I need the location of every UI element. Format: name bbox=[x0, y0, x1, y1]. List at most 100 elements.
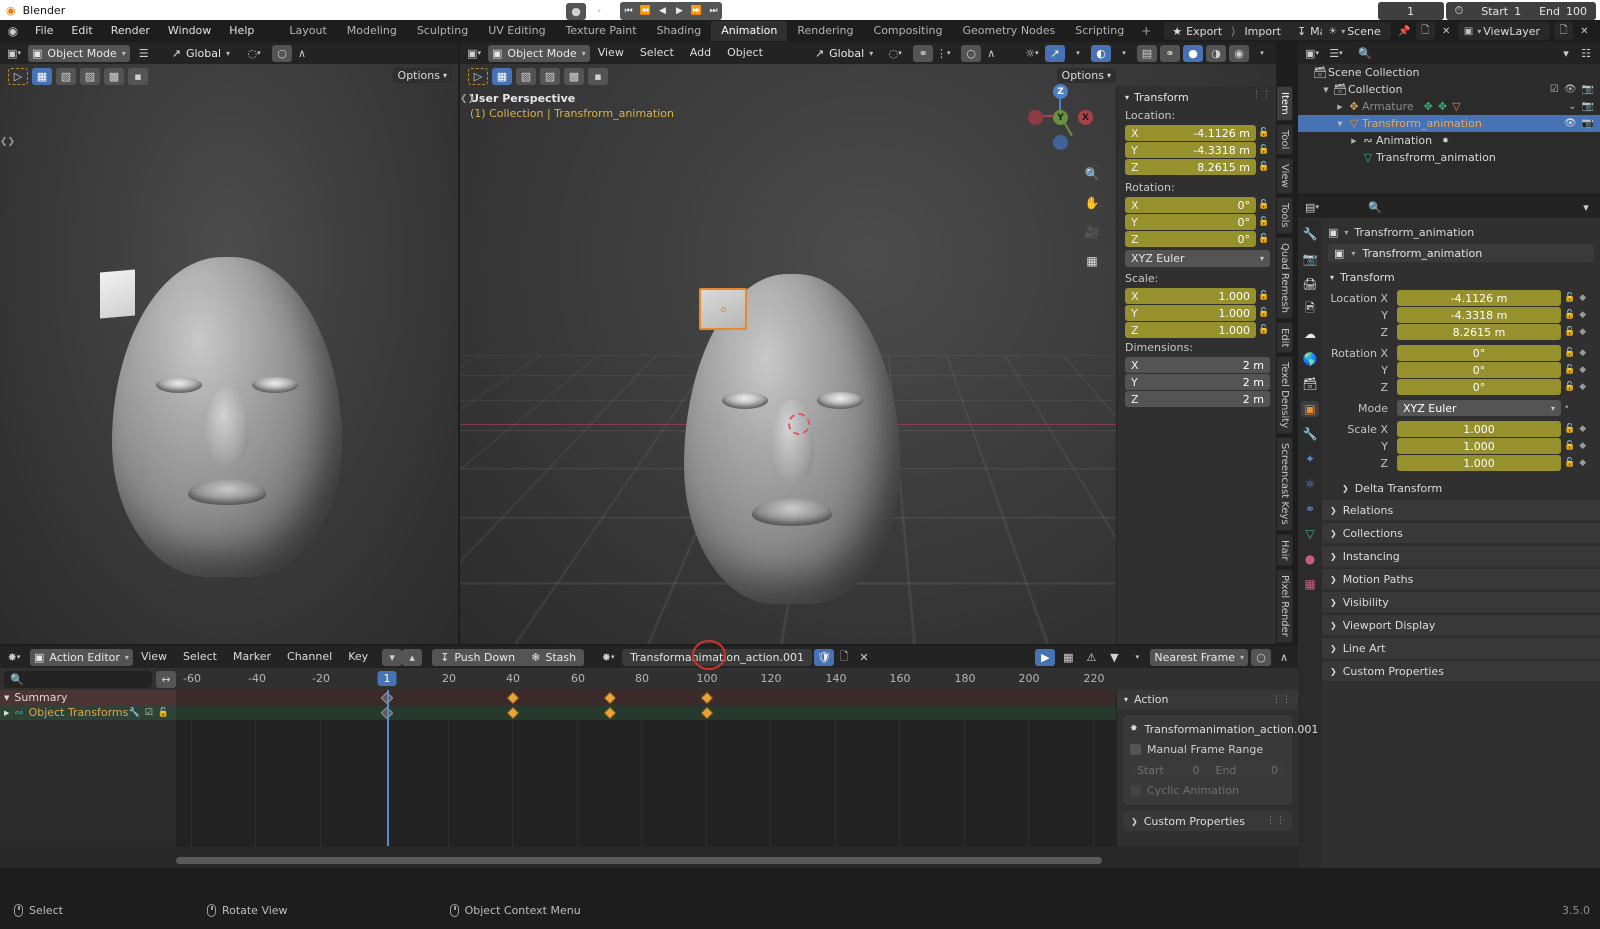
sidebar-tab-hair[interactable]: Hair bbox=[1277, 533, 1293, 567]
perspective-toggle-icon[interactable]: ▦ bbox=[1080, 249, 1104, 273]
gizmo-dropdown-icon[interactable]: ▾ bbox=[1068, 45, 1088, 62]
auto-keying-dropdown-icon[interactable]: ▾ bbox=[589, 3, 609, 20]
action-editor[interactable]: ✸ ▾ ▣ Action Editor ▾ View Select Marker … bbox=[0, 646, 1318, 868]
outliner-display-mode-icon[interactable]: ☰ ▾ bbox=[1326, 45, 1346, 62]
action-name-field[interactable]: Transformanimation_action.001 bbox=[622, 648, 812, 666]
sidebar-tab-texel-density[interactable]: Texel Density bbox=[1277, 355, 1293, 435]
select-subtract-icon-left[interactable]: ▨ bbox=[80, 68, 100, 85]
proportional-falloff-dope-icon[interactable]: ∧ bbox=[1274, 649, 1294, 666]
lock-icon[interactable]: 🔓 bbox=[158, 708, 169, 718]
viewport-menus-hamburger-left[interactable]: ☰ bbox=[134, 45, 154, 62]
animate-dot-icon[interactable]: • bbox=[1564, 403, 1569, 413]
dope-horizontal-scrollbar[interactable] bbox=[176, 857, 1294, 864]
lock-icon[interactable]: 🔓 bbox=[1258, 128, 1270, 138]
viewport-left[interactable]: ▣ ▾ ▣ Object Mode ▾ ☰ ↗ Global ▾ ◌ ▾ ○ ∧ ▷… bbox=[0, 42, 458, 644]
keyframe[interactable] bbox=[506, 691, 520, 705]
dope-menu-channel[interactable]: Channel bbox=[279, 646, 340, 668]
visibility-icon[interactable]: ☼ ▾ bbox=[1022, 45, 1042, 62]
panel-drag-dots[interactable]: ⋮⋮ bbox=[1272, 695, 1298, 705]
n-rotation-y-row[interactable]: Y 0° 🔓 bbox=[1125, 214, 1270, 230]
prop-value[interactable]: 1.000 bbox=[1397, 438, 1561, 454]
current-frame-field[interactable]: 1 bbox=[1377, 2, 1444, 20]
jump-to-next-keyframe-button[interactable]: ⏩ bbox=[688, 2, 705, 20]
section-collections[interactable]: ❯ Collections bbox=[1322, 522, 1600, 543]
prop-rotation-z[interactable]: Z 0° 🔓 ◆ bbox=[1322, 379, 1594, 395]
overlays-dropdown-icon[interactable]: ▾ bbox=[1114, 45, 1134, 62]
properties-object-name-field[interactable]: ▣ ▾ Transfrorm_animation bbox=[1328, 244, 1594, 262]
eye-icon[interactable]: 👁 bbox=[1564, 118, 1577, 129]
menu-edit[interactable]: Edit bbox=[62, 20, 101, 42]
select-extend-icon-left[interactable]: ▧ bbox=[56, 68, 76, 85]
select-invert-icon-right[interactable]: ▩ bbox=[564, 68, 584, 85]
pivot-point-icon[interactable]: ◌ ▾ bbox=[885, 45, 905, 62]
push-down-button[interactable]: ↧ Push Down bbox=[432, 651, 523, 664]
dope-editor-type-icon[interactable]: ✸ ▾ bbox=[4, 649, 24, 666]
chevron-right-icon[interactable]: ▶ bbox=[1348, 137, 1360, 145]
lock-icon[interactable]: 🔓 bbox=[1564, 458, 1575, 468]
proportional-edit-icon-right[interactable]: ○ bbox=[961, 44, 982, 62]
prop-scale-y[interactable]: Y 1.000 🔓 ◆ bbox=[1322, 438, 1594, 454]
dope-menu-marker[interactable]: Marker bbox=[225, 646, 279, 668]
section-instancing[interactable]: ❯ Instancing bbox=[1322, 545, 1600, 566]
outliner-filter-icon[interactable]: ▾ bbox=[1556, 45, 1576, 62]
zoom-icon[interactable]: 🔍 bbox=[1080, 162, 1104, 186]
prop-value[interactable]: 8.2615 m bbox=[1397, 324, 1561, 340]
tab-layout[interactable]: Layout bbox=[279, 21, 336, 41]
sidebar-tab-edit[interactable]: Edit bbox=[1277, 321, 1293, 353]
chevron-down-icon[interactable]: ▼ bbox=[4, 694, 9, 702]
lock-icon[interactable]: 🔓 bbox=[1564, 365, 1575, 375]
n-scale-z-row[interactable]: Z 1.000 🔓 bbox=[1125, 322, 1270, 338]
tab-scripting[interactable]: Scripting bbox=[1065, 21, 1134, 41]
n-location-y-row[interactable]: Y -4.3318 m 🔓 bbox=[1125, 142, 1270, 158]
n-dim-y-row[interactable]: Y 2 m bbox=[1125, 374, 1270, 390]
prop-value[interactable]: 0° bbox=[1397, 379, 1561, 395]
prop-rotation-mode[interactable]: Mode XYZ Euler ▾ • bbox=[1322, 400, 1594, 416]
section-custom-properties[interactable]: ❯ Custom Properties bbox=[1322, 660, 1600, 681]
eye-icon[interactable]: 👁 bbox=[1564, 84, 1577, 95]
channel-row-summary[interactable]: ▼ Summary bbox=[0, 690, 176, 705]
prop-value[interactable]: 0° bbox=[1397, 345, 1561, 361]
jump-to-prev-keyframe-button[interactable]: ⏪ bbox=[637, 2, 654, 20]
play-reverse-button[interactable]: ◀ bbox=[654, 2, 671, 20]
select-new-icon-left[interactable]: ▦ bbox=[32, 68, 52, 85]
sidebar-tab-tool[interactable]: Tool bbox=[1277, 123, 1293, 156]
object-data-icon[interactable]: ▽ bbox=[1301, 526, 1319, 542]
lock-icon[interactable]: 🔓 bbox=[1564, 424, 1575, 434]
prop-value[interactable]: -4.3318 m bbox=[1397, 307, 1561, 323]
orientation-selector-right[interactable]: ↗ Global ▾ bbox=[811, 45, 877, 62]
view-layer-selector[interactable]: ▣ ▾ ViewLayer bbox=[1457, 22, 1550, 40]
channel-row-object-transforms[interactable]: ▶ ∾ Object Transforms 🔧 ☑ 🔓 bbox=[0, 705, 176, 720]
panel-drag-dots[interactable]: ⋮⋮ bbox=[1266, 816, 1292, 826]
lock-icon[interactable]: 🔓 bbox=[1258, 325, 1270, 335]
prop-value[interactable]: 0° bbox=[1397, 362, 1561, 378]
action-custom-properties-header[interactable]: ❯ Custom Properties ⋮⋮ bbox=[1123, 811, 1292, 831]
lock-icon[interactable]: 🔓 bbox=[1564, 293, 1575, 303]
sidebar-tab-quad-remesh[interactable]: Quad Remesh bbox=[1277, 236, 1293, 319]
viewport-right[interactable]: ▣ ▾ ▣ Object Mode ▾ View Select Add Objec… bbox=[460, 42, 1276, 644]
viewport-menu-add[interactable]: Add bbox=[682, 42, 719, 64]
filter-dropdown-icon[interactable]: ▾ bbox=[1127, 649, 1147, 666]
new-scene-button[interactable]: 🗋 bbox=[1415, 22, 1435, 40]
overlays-icon[interactable]: ◐ bbox=[1091, 44, 1111, 62]
stash-button[interactable]: ❄ Stash bbox=[523, 651, 584, 664]
menu-help[interactable]: Help bbox=[220, 20, 263, 42]
n-location-z-row[interactable]: Z 8.2615 m 🔓 bbox=[1125, 159, 1270, 175]
tab-sculpting[interactable]: Sculpting bbox=[407, 21, 478, 41]
current-frame-indicator[interactable]: 1 bbox=[377, 671, 397, 686]
editor-type-icon-right[interactable]: ▣ ▾ bbox=[464, 45, 484, 62]
start-frame-field[interactable]: Start 1 bbox=[1472, 2, 1530, 20]
checkbox-icon[interactable]: ☑ bbox=[1550, 84, 1559, 95]
n-scale-y-row[interactable]: Y 1.000 🔓 bbox=[1125, 305, 1270, 321]
gizmo-axis-neg-x[interactable] bbox=[1028, 110, 1043, 125]
viewport-menu-select[interactable]: Select bbox=[632, 42, 682, 64]
chevron-right-icon[interactable]: ▶ bbox=[1334, 103, 1346, 111]
properties-breadcrumb[interactable]: ▣ ▾ Transfrorm_animation bbox=[1328, 223, 1594, 241]
tab-compositing[interactable]: Compositing bbox=[864, 21, 953, 41]
prop-value[interactable]: 1.000 bbox=[1397, 421, 1561, 437]
properties-search-input[interactable]: 🔍 bbox=[1362, 198, 1550, 216]
checkbox-icon[interactable] bbox=[1130, 744, 1141, 755]
outliner-filter-settings-icon[interactable]: ☷ bbox=[1576, 45, 1596, 62]
prop-location-z[interactable]: Z 8.2615 m 🔓 ◆ bbox=[1322, 324, 1594, 340]
object-mode-selector-left[interactable]: ▣ Object Mode ▾ bbox=[28, 44, 130, 62]
xray-icon[interactable]: ▤ bbox=[1137, 44, 1157, 62]
